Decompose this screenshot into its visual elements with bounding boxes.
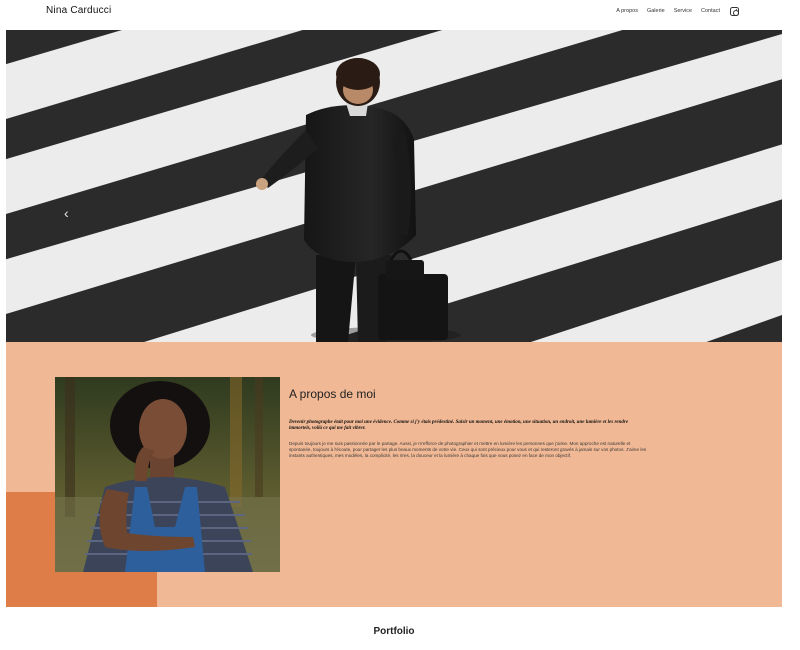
- portrait-photo: [55, 377, 280, 572]
- portfolio-title: Portfolio: [373, 626, 415, 637]
- portrait-image: [55, 377, 280, 572]
- instagram-icon[interactable]: [730, 7, 739, 16]
- main-nav: A propos Galerie Service Contact: [616, 8, 720, 14]
- carousel-prev-icon[interactable]: ‹: [64, 206, 69, 220]
- nav-item-contact[interactable]: Contact: [701, 8, 720, 14]
- brand-name[interactable]: Nina Carducci: [46, 5, 111, 16]
- about-body: Depuis toujours je me suis passionnée pa…: [289, 441, 647, 459]
- nav-item-service[interactable]: Service: [674, 8, 692, 14]
- about-quote: Devenir photographe était pour moi une é…: [289, 420, 629, 432]
- hero-carousel: ‹: [6, 30, 782, 342]
- about-title: A propos de moi: [289, 387, 376, 401]
- hero-image: [6, 30, 782, 342]
- site-header: Nina Carducci A propos Galerie Service C…: [0, 0, 800, 28]
- nav-item-galerie[interactable]: Galerie: [647, 8, 665, 14]
- nav-item-a-propos[interactable]: A propos: [616, 8, 638, 14]
